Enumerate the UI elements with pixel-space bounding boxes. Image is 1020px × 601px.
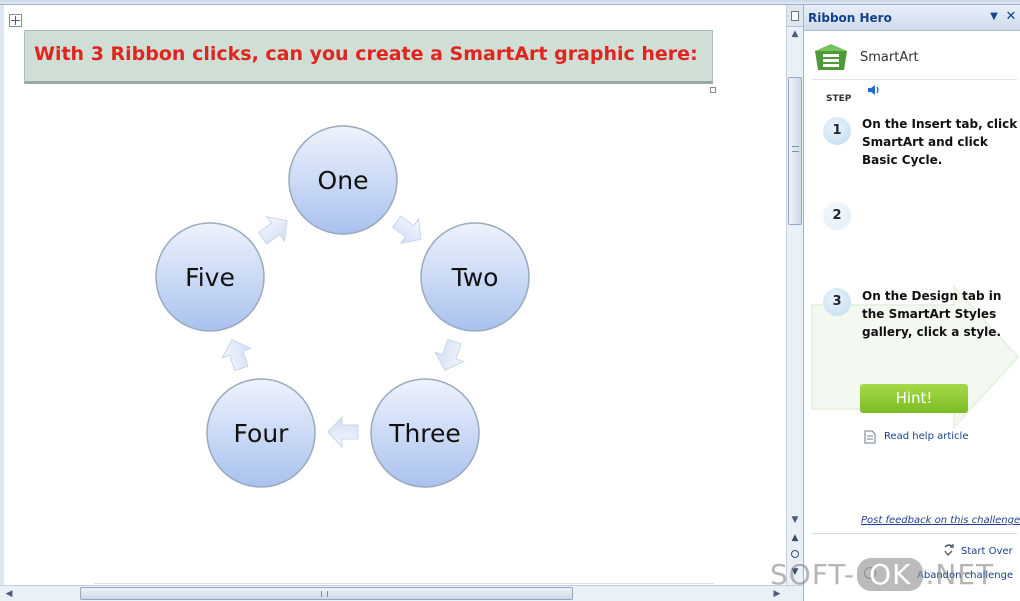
scroll-left-icon[interactable]: ◀	[2, 587, 16, 601]
start-over-icon	[944, 544, 954, 556]
start-over-link[interactable]: Start Over	[961, 546, 1013, 557]
step-text-3: On the Design tab in the SmartArt Styles…	[862, 289, 1002, 339]
horizontal-scroll-thumb[interactable]	[80, 587, 573, 600]
watermark-ok: OK	[857, 558, 924, 591]
vertical-scrollbar[interactable]: ▲ ▼ ▲ ▼	[786, 5, 803, 585]
page-edge	[94, 583, 714, 584]
document-area[interactable]: With 3 Ribbon clicks, can you create a S…	[0, 5, 786, 585]
cycle-node-one[interactable]: One	[288, 125, 398, 235]
hint-button[interactable]: Hint!	[860, 384, 968, 413]
cycle-node-two[interactable]: Two	[420, 222, 530, 332]
step-number-2: 2	[823, 202, 851, 230]
cycle-arrow-3-4	[327, 415, 359, 449]
vertical-scroll-thumb[interactable]	[788, 77, 802, 225]
document-icon	[864, 430, 876, 444]
step-number-3: 3	[823, 288, 851, 316]
post-feedback-link[interactable]: Post feedback on this challenge	[861, 515, 1020, 526]
speaker-icon[interactable]	[866, 83, 882, 97]
cycle-node-five-label: Five	[185, 263, 235, 292]
watermark-right: .NET	[925, 558, 995, 591]
watermark: SOFT- OK .NET	[770, 558, 994, 592]
scroll-down-icon[interactable]: ▼	[787, 513, 803, 527]
browse-object-icon[interactable]	[791, 550, 799, 558]
cycle-node-four-label: Four	[234, 419, 290, 448]
dropdown-icon[interactable]: ▼	[987, 9, 1001, 25]
smartart-icon	[815, 44, 847, 70]
ribbon-hero-task-pane: Ribbon Hero ▼ ✕ SmartArt STEP 1 On the I…	[803, 5, 1020, 601]
cycle-node-four[interactable]: Four	[206, 378, 316, 488]
cycle-node-five[interactable]: Five	[155, 222, 265, 332]
cycle-node-two-label: Two	[451, 263, 499, 292]
cycle-node-three[interactable]: Three	[370, 378, 480, 488]
close-icon[interactable]: ✕	[1004, 9, 1018, 25]
challenge-topic: SmartArt	[860, 50, 919, 65]
step-heading: STEP	[826, 94, 852, 104]
previous-page-icon[interactable]: ▲	[787, 531, 803, 545]
background-arrow-decoration	[811, 284, 1020, 430]
cycle-arrow-4-5	[221, 339, 253, 372]
step-text-1: On the Insert tab, click SmartArt and cl…	[862, 117, 1018, 167]
pane-divider	[812, 533, 1017, 534]
cycle-node-three-label: Three	[388, 419, 461, 448]
step-number-1: 1	[823, 117, 851, 145]
scroll-up-icon[interactable]: ▲	[787, 27, 803, 41]
task-pane-header: Ribbon Hero ▼ ✕	[804, 5, 1020, 31]
watermark-left: SOFT-	[770, 558, 856, 591]
cycle-arrow-1-2	[391, 215, 422, 245]
horizontal-scrollbar[interactable]: ◀ ▶	[0, 585, 803, 601]
smartart-cycle: One Two Three Four Five	[155, 125, 530, 488]
split-icon[interactable]	[787, 5, 803, 27]
cycle-node-one-label: One	[318, 166, 369, 195]
read-help-article-link[interactable]: Read help article	[884, 431, 968, 442]
task-pane-title: Ribbon Hero	[808, 11, 892, 25]
cycle-arrow-2-3	[434, 338, 466, 371]
cycle-arrow-5-1	[257, 215, 288, 245]
topic-divider	[812, 79, 1017, 80]
